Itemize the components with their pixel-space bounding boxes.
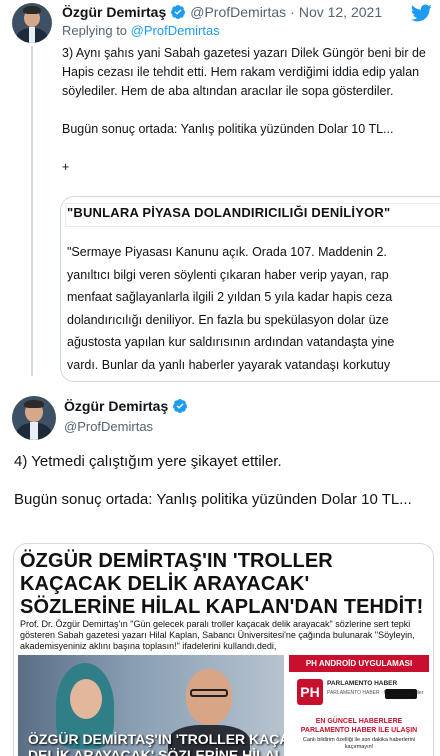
replying-to: Replying to @ProfDemirtas — [62, 23, 220, 38]
main-author-handle[interactable]: @ProfDemirtas — [64, 419, 153, 434]
main-tweet-text: 4) Yetmedi çalıştığım yere şikayet ettil… — [14, 452, 428, 528]
author-name[interactable]: Özgür Demirtaş — [62, 4, 166, 20]
main-author-row: Özgür Demirtaş — [64, 398, 192, 414]
quote-line: dolandırıcılığı deniliyor. En fazla bu s… — [67, 312, 389, 327]
article-headline: ÖZGÜR DEMİRTAŞ'IN 'TROLLER KAÇACAK DELİK… — [20, 550, 424, 618]
replying-prefix: Replying to — [62, 23, 128, 38]
quote-line: menfaat sağlayanlarla ilgili 2 yıldan 5 … — [67, 290, 393, 304]
photo-caption: ÖZGÜR DEMİRTAŞ'IN 'TROLLER KAÇACAK DELİK… — [28, 731, 284, 756]
tweet-paragraph: 3) Aynı şahıs yani Sabah gazetesi yazarı… — [62, 46, 426, 98]
tweet-paragraph: + — [62, 160, 70, 174]
photo-caption-line: ÖZGÜR DEMİRTAŞ'IN 'TROLLER KAÇACAK — [28, 731, 284, 747]
tweet-paragraph: 4) Yetmedi çalıştığım yere şikayet ettil… — [14, 453, 282, 470]
quote-title: "BUNLARA PİYASA DOLANDIRICILIĞI DENİLİYO… — [67, 205, 391, 220]
verified-badge-icon — [173, 399, 188, 413]
tweet-date[interactable]: Nov 12, 2021 — [299, 4, 382, 20]
tweet-header: Özgür Demirtaş @ProfDemirtas · Nov 12, 2… — [62, 3, 382, 21]
tweet-text: 3) Aynı şahıs yani Sabah gazetesi yazarı… — [62, 44, 432, 177]
article-photo: ÖZGÜR DEMİRTAŞ'IN 'TROLLER KAÇACAK DELİK… — [18, 655, 284, 756]
main-author-avatar[interactable] — [12, 396, 56, 440]
ph-logo: PH — [297, 679, 323, 705]
tweet-image-quote[interactable]: "BUNLARA PİYASA DOLANDIRICILIĞI DENİLİYO… — [60, 196, 440, 382]
ad-headline: EN GÜNCEL HABERLERE PARLAMENTO HABER İLE… — [300, 718, 418, 734]
separator-dot: · — [290, 4, 295, 20]
tweet-image-article[interactable]: ÖZGÜR DEMİRTAŞ'IN 'TROLLER KAÇACAK DELİK… — [13, 543, 434, 756]
quote-line: yanıltıcı bilgi veren söylenti çıkaran h… — [67, 267, 389, 282]
app-advert: PH ANDROİD UYGULAMASI PH PARLAMENTO HABE… — [289, 655, 429, 756]
tweet-paragraph: Bugün sonuç ortada: Yanlış politika yüzü… — [14, 491, 412, 508]
replying-to-link[interactable]: @ProfDemirtas — [131, 23, 220, 38]
ad-top-label: PH ANDROİD UYGULAMASI — [289, 655, 429, 672]
ad-subline: Canlı bildirim özelliği ile son dakika h… — [302, 737, 416, 750]
photo-caption-line: DELİK ARAYACAK' SÖZLERİNE HİLAL KAPLAN'D… — [28, 747, 284, 756]
main-author-name[interactable]: Özgür Demirtaş — [64, 398, 168, 414]
reply-tweet[interactable]: Özgür Demirtaş @ProfDemirtas · Nov 12, 2… — [0, 0, 440, 382]
author-handle[interactable]: @ProfDemirtas — [190, 4, 286, 20]
quote-body: "Sermaye Piyasası Kanunu açık. Orada 107… — [67, 241, 440, 376]
author-avatar[interactable] — [12, 3, 52, 43]
quote-line: ağustosta yapılan kur saldırısının ardın… — [67, 335, 395, 349]
twitter-bird-icon[interactable] — [410, 2, 432, 24]
tweet-paragraph: Bugün sonuç ortada: Yanlış politika yüzü… — [62, 122, 394, 136]
article-lede: Prof. Dr. Özgür Demirtaş'ın "Gün gelecek… — [20, 619, 415, 651]
quote-line: "Sermaye Piyasası Kanunu açık. Orada 107… — [67, 245, 387, 259]
google-play-badge-icon — [385, 689, 417, 699]
thread-connector-line — [31, 46, 33, 376]
quote-line: vardı. Bunlar da yanlı haberler yayarak … — [67, 357, 391, 372]
ad-brand: PARLAMENTO HABER — [327, 680, 398, 687]
verified-badge-icon — [171, 5, 186, 19]
